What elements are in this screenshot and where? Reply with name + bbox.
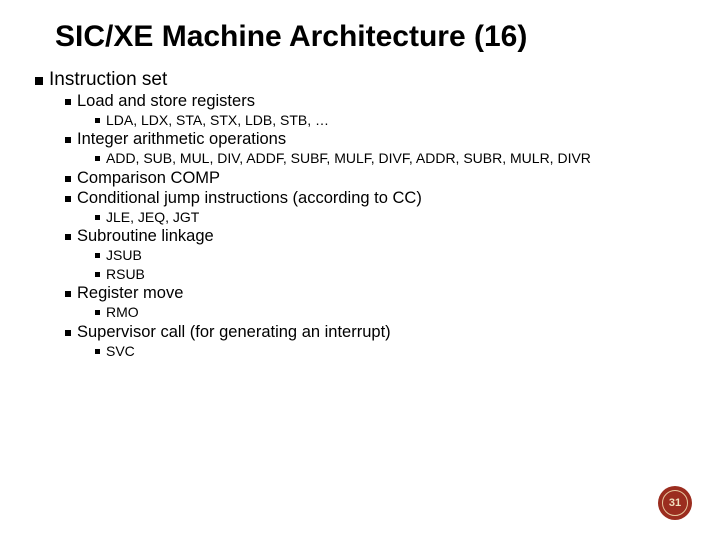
lvl2-item: Subroutine linkage [65,227,690,246]
lvl1-label: Instruction set [49,69,690,91]
page-number-badge: 31 [658,486,692,520]
square-bullet-icon [65,234,71,240]
square-bullet-icon [65,291,71,297]
lvl2-label: Conditional jump instructions (according… [77,189,690,208]
square-bullet-icon [95,310,100,315]
lvl2-label: Subroutine linkage [77,227,690,246]
lvl2-item: Comparison COMP [65,169,690,188]
square-bullet-icon [35,77,43,85]
lvl3-label: RMO [106,304,690,322]
lvl3-item: RMO [95,304,690,322]
lvl3-label: RSUB [106,266,690,284]
lvl2-item: Supervisor call (for generating an inter… [65,323,690,342]
lvl2-label: Supervisor call (for generating an inter… [77,323,690,342]
lvl2-label: Integer arithmetic operations [77,130,690,149]
square-bullet-icon [95,215,100,220]
lvl1-item: Instruction set [35,69,690,91]
page-title: SIC/XE Machine Architecture (16) [55,20,690,55]
lvl3-item: RSUB [95,266,690,284]
square-bullet-icon [65,99,71,105]
lvl3-label: SVC [106,343,690,361]
lvl3-item: LDA, LDX, STA, STX, LDB, STB, … [95,112,690,130]
lvl2-item: Integer arithmetic operations [65,130,690,149]
lvl2-item: Load and store registers [65,92,690,111]
square-bullet-icon [65,196,71,202]
lvl3-label: JSUB [106,247,690,265]
bullet-list: Load and store registersLDA, LDX, STA, S… [35,92,690,361]
page-number: 31 [662,490,688,516]
square-bullet-icon [95,253,100,258]
square-bullet-icon [95,118,100,123]
lvl2-item: Register move [65,284,690,303]
lvl2-label: Register move [77,284,690,303]
lvl3-label: LDA, LDX, STA, STX, LDB, STB, … [106,112,690,130]
lvl3-item: SVC [95,343,690,361]
lvl3-item: JSUB [95,247,690,265]
square-bullet-icon [95,272,100,277]
lvl3-label: ADD, SUB, MUL, DIV, ADDF, SUBF, MULF, DI… [106,150,690,168]
lvl3-item: ADD, SUB, MUL, DIV, ADDF, SUBF, MULF, DI… [95,150,690,168]
lvl2-item: Conditional jump instructions (according… [65,189,690,208]
square-bullet-icon [95,349,100,354]
lvl3-label: JLE, JEQ, JGT [106,209,690,227]
square-bullet-icon [65,330,71,336]
square-bullet-icon [65,137,71,143]
lvl2-label: Comparison COMP [77,169,690,188]
square-bullet-icon [65,176,71,182]
square-bullet-icon [95,156,100,161]
lvl2-label: Load and store registers [77,92,690,111]
lvl3-item: JLE, JEQ, JGT [95,209,690,227]
